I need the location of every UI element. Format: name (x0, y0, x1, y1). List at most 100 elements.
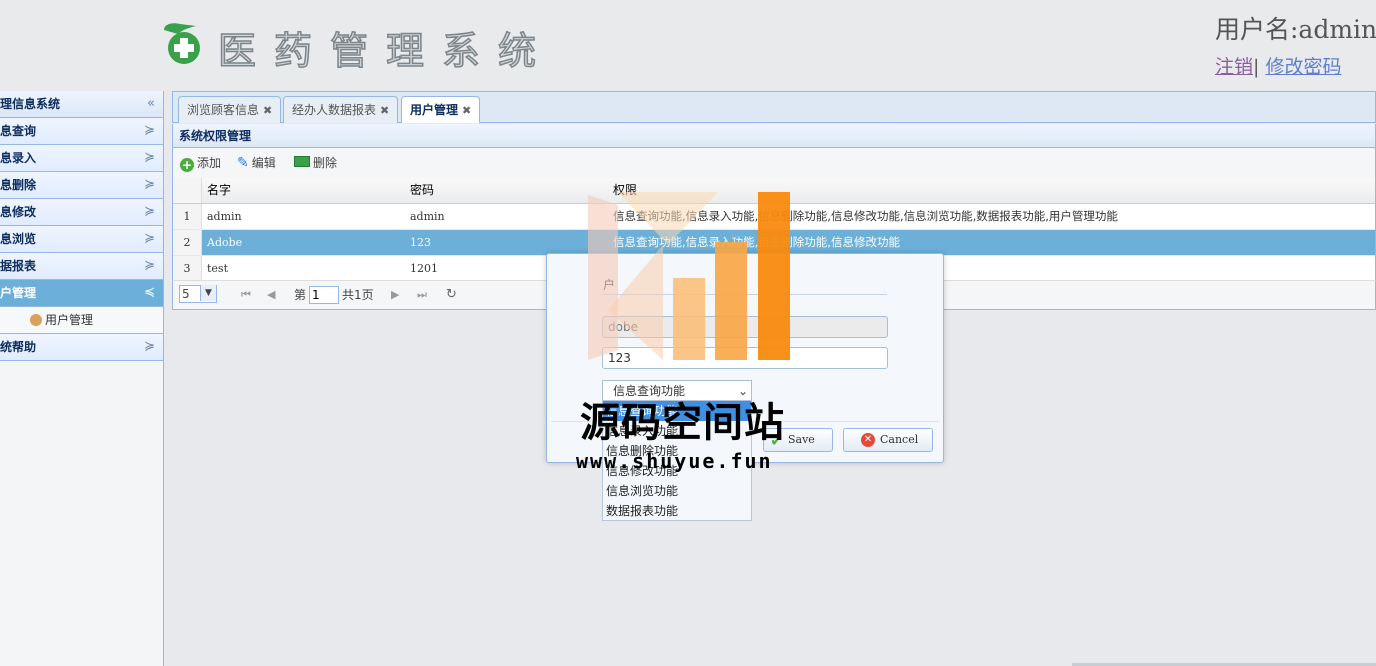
dropdown-option[interactable]: 信息浏览功能 (603, 481, 751, 501)
sidebar-item-label: 数据报表 (0, 259, 37, 273)
delete-label: 删除 (313, 156, 338, 170)
delete-button[interactable]: 删除 (294, 154, 337, 172)
sidebar-title: 管理信息系统 « (0, 91, 163, 118)
chevron-down-icon: ≽ (144, 150, 155, 165)
total-pages-label: 共1页 (342, 288, 374, 302)
pencil-icon: ✎ (237, 155, 249, 171)
panel-title: 系统权限管理 (172, 124, 1376, 148)
sidebar-item-label: 信息修改 (0, 205, 37, 219)
sidebar-item-label: 信息删除 (0, 178, 37, 192)
row-number: 2 (173, 230, 202, 255)
chevron-down-icon: ≽ (144, 231, 155, 246)
sidebar-item-modify[interactable]: 信息修改 ≽ (0, 199, 163, 226)
tab-label: 经办人数据报表 (292, 103, 377, 117)
cell-permissions: 信息查询功能,信息录入功能,信息删除功能,信息修改功能 (613, 235, 900, 249)
logout-link[interactable]: 注销 (1215, 56, 1253, 78)
edit-label: 编辑 (251, 156, 276, 170)
tab-bar: 浏览顾客信息 ✖ 经办人数据报表 ✖ 用户管理 ✖ (172, 91, 1376, 123)
app-header: 医药管理系统 用户名:admin 注销| 修改密码 (0, 0, 1376, 90)
next-page-icon[interactable]: ▶ (391, 285, 399, 305)
watermark-url: www.shuyue.fun (576, 449, 773, 473)
tab-label: 用户管理 (410, 103, 459, 117)
sidebar-item-browse[interactable]: 信息浏览 ≽ (0, 226, 163, 253)
save-label: Save (788, 433, 815, 446)
sidebar-item-label: 信息录入 (0, 151, 37, 165)
user-name-label: 用户名:admin (1215, 15, 1376, 44)
page-size-select[interactable]: 5 ▼ (179, 285, 217, 305)
column-header-permissions[interactable]: 权限 (613, 178, 1373, 203)
row-number: 3 (173, 256, 202, 281)
chevron-down-icon: ≽ (144, 339, 155, 354)
password-field[interactable] (602, 347, 888, 369)
user-box: 用户名:admin 注销| 修改密码 (1215, 10, 1376, 79)
sidebar-title-label: 管理信息系统 (0, 97, 61, 111)
page-size-value: 5 (182, 287, 190, 301)
last-page-icon[interactable]: ⏭ (417, 285, 427, 305)
refresh-icon[interactable]: ↻ (446, 285, 457, 305)
sidebar-item-label: 信息查询 (0, 124, 37, 138)
chevron-down-icon: ≽ (144, 258, 155, 273)
watermark-text: 源码空间站 (580, 400, 785, 446)
edit-button[interactable]: ✎ 编辑 (237, 154, 276, 172)
page-number-field[interactable] (309, 285, 339, 305)
sidebar-item-report[interactable]: 数据报表 ≽ (0, 253, 163, 280)
cell-name: Adobe (207, 236, 243, 249)
user-links: 注销| 修改密码 (1215, 52, 1376, 79)
add-label: 添加 (197, 156, 222, 170)
cell-name: admin (207, 210, 242, 223)
sidebar-subitem-user-management[interactable]: 用户管理 (0, 307, 163, 334)
add-button[interactable]: + 添加 (180, 154, 221, 172)
close-tab-icon[interactable]: ✖ (462, 104, 471, 117)
username-field[interactable] (602, 316, 888, 338)
row-number-header (173, 178, 202, 203)
chevron-up-icon: ≼ (144, 285, 155, 300)
chevron-down-icon: ▼ (200, 285, 216, 301)
sidebar-item-user-management[interactable]: 用户管理 ≼ (0, 280, 163, 307)
chevron-down-icon: ≽ (144, 177, 155, 192)
user-icon (30, 314, 42, 326)
remove-icon (294, 156, 310, 167)
cell-password: admin (410, 210, 445, 223)
close-tab-icon[interactable]: ✖ (263, 104, 272, 117)
cancel-button[interactable]: ✕ Cancel (843, 428, 933, 452)
change-password-link[interactable]: 修改密码 (1265, 56, 1341, 78)
page-number-input[interactable] (309, 286, 339, 304)
column-header-name[interactable]: 名字 (207, 178, 403, 203)
cell-name: test (207, 262, 228, 275)
chevron-down-icon: ≽ (144, 204, 155, 219)
prev-page-icon[interactable]: ◀ (267, 285, 275, 305)
dialog-heading: 户 (603, 276, 887, 295)
table-header: 名字 密码 权限 (173, 178, 1375, 204)
logo-icon (164, 23, 200, 64)
cancel-label: Cancel (880, 433, 919, 446)
first-page-icon[interactable]: ⏮ (241, 285, 251, 305)
sidebar-item-query[interactable]: 信息查询 ≽ (0, 118, 163, 145)
tab-user-management[interactable]: 用户管理 ✖ (401, 96, 481, 123)
tab-handler-report[interactable]: 经办人数据报表 ✖ (283, 96, 399, 123)
app-title: 医药管理系统 (217, 28, 555, 74)
cell-permissions: 信息查询功能,信息录入功能,信息删除功能,信息修改功能,信息浏览功能,数据报表功… (613, 209, 1118, 223)
row-number: 1 (173, 204, 202, 229)
sidebar-item-entry[interactable]: 信息录入 ≽ (0, 145, 163, 172)
page-size-box[interactable]: 5 ▼ (179, 285, 217, 303)
table-row[interactable]: 1 admin admin 信息查询功能,信息录入功能,信息删除功能,信息修改功… (173, 204, 1375, 230)
cancel-icon: ✕ (861, 433, 875, 447)
tab-browse-customers[interactable]: 浏览顾客信息 ✖ (178, 96, 282, 123)
tab-label: 浏览顾客信息 (187, 103, 260, 117)
column-header-password[interactable]: 密码 (410, 178, 606, 203)
chevron-down-icon: ≽ (144, 123, 155, 138)
sidebar-subitem-label: 用户管理 (45, 313, 94, 327)
add-icon: + (180, 158, 194, 172)
dropdown-option[interactable]: 数据报表功能 (603, 501, 751, 521)
page-prefix-label: 第 (294, 288, 307, 302)
sidebar: 管理信息系统 « 信息查询 ≽ 信息录入 ≽ 信息删除 ≽ 信息修改 ≽ 信息浏览 ≽ 数… (0, 91, 164, 666)
sidebar-item-label: 信息浏览 (0, 232, 37, 246)
sidebar-item-label: 系统帮助 (0, 340, 37, 354)
sidebar-item-delete[interactable]: 信息删除 ≽ (0, 172, 163, 199)
sidebar-item-label: 用户管理 (0, 286, 37, 300)
sidebar-item-help[interactable]: 系统帮助 ≽ (0, 334, 163, 361)
collapse-sidebar-icon[interactable]: « (147, 91, 155, 117)
close-tab-icon[interactable]: ✖ (380, 104, 389, 117)
toolbar: + 添加 ✎ 编辑 删除 (172, 148, 1376, 178)
link-separator: | (1253, 56, 1260, 78)
